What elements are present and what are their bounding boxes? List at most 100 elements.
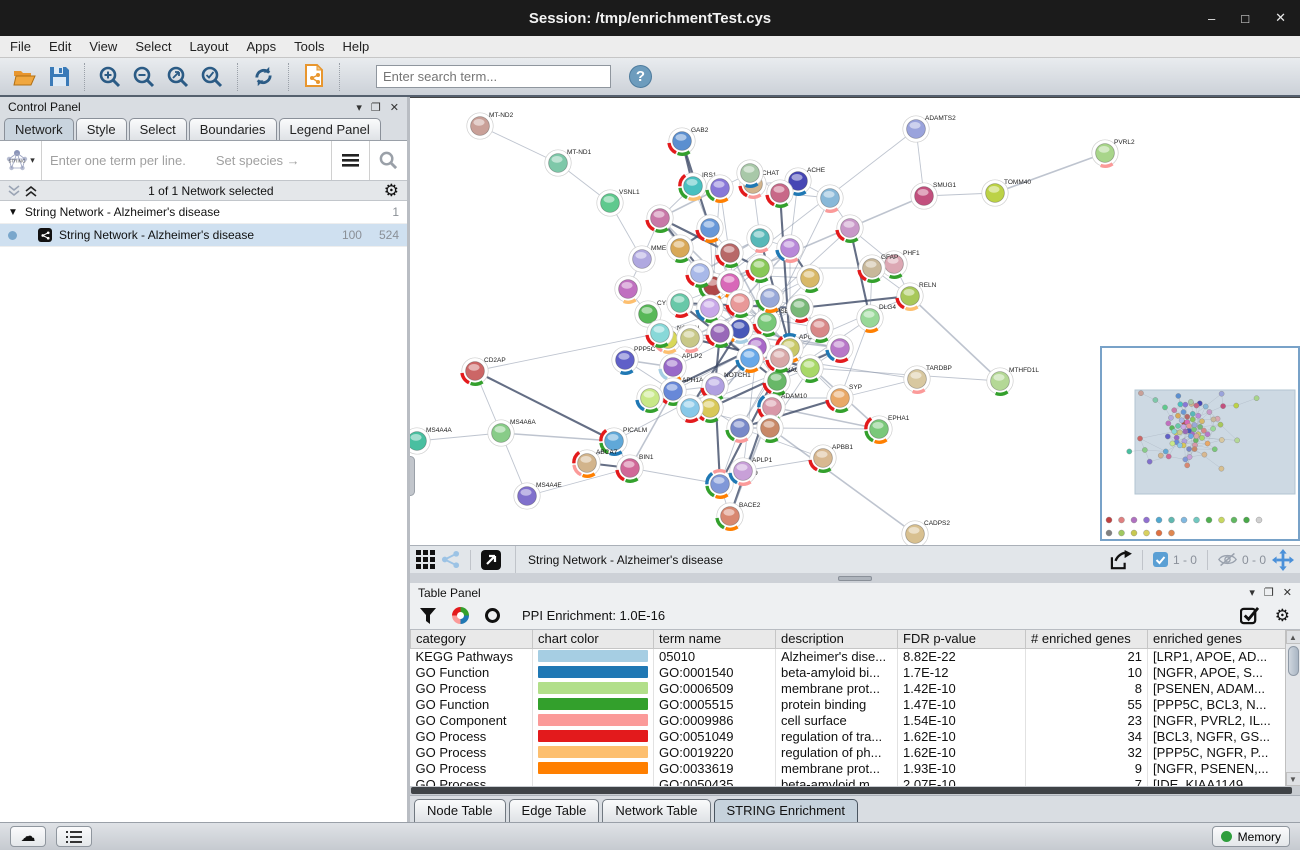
protein-node[interactable]: VSNL1 [597,189,640,216]
table-panel-float-icon[interactable]: ❐ [1264,586,1274,599]
menu-file[interactable]: File [10,39,31,54]
zoom-out-button[interactable] [127,62,161,92]
table-row[interactable]: GO Function GO:0001540beta-amyloid bi...… [411,664,1286,680]
close-button[interactable]: ✕ [1275,10,1286,26]
table-row[interactable]: GO Function GO:0005515protein binding1.4… [411,696,1286,712]
table-row[interactable]: GO Process GO:0050435beta-amyloid m...2.… [411,776,1286,786]
network-collection-row[interactable]: ▼ String Network - Alzheimer's disease 1 [0,201,407,224]
save-session-button[interactable] [42,62,76,92]
grid-view-icon[interactable] [416,550,435,569]
protein-node[interactable] [772,230,809,267]
share-view-icon[interactable] [441,550,460,569]
protein-node[interactable]: EPHA1 [861,411,910,448]
zoom-fit-button[interactable] [161,62,195,92]
network-from-file-button[interactable] [297,62,331,92]
protein-node[interactable] [662,285,699,322]
set-species-label[interactable]: Set species → [216,153,300,168]
maximize-button[interactable]: □ [1241,11,1249,26]
tab-boundaries[interactable]: Boundaries [189,118,277,140]
protein-node[interactable]: ABCA7 [569,445,618,482]
panel-close-icon[interactable]: ✕ [390,101,399,114]
protein-node[interactable] [722,410,759,447]
protein-node[interactable] [692,210,729,247]
export-network-icon[interactable] [1110,550,1132,570]
panel-collapse-icon[interactable]: ▾ [356,101,362,114]
protein-node[interactable]: MS4A4A [410,427,452,454]
protein-node[interactable]: MS4A4E [514,482,563,509]
network-options-gear-icon[interactable]: ⚙ [384,182,399,199]
filter-icon[interactable] [420,608,436,624]
table-horizontal-scrollbar[interactable] [410,786,1300,795]
tab-node-table[interactable]: Node Table [414,799,506,822]
string-options-button[interactable] [331,141,369,180]
tab-style[interactable]: Style [76,118,127,140]
ring-chart-icon[interactable] [485,608,500,623]
protein-node[interactable]: BACE2 [712,498,761,535]
column-header[interactable]: # enriched genes [1026,630,1148,648]
table-vertical-scrollbar[interactable]: ▲ ▼ [1285,630,1300,786]
tree-expand-icon[interactable]: ▼ [8,207,18,218]
expand-all-icon[interactable] [25,185,38,197]
select-rows-icon[interactable] [1240,606,1259,625]
network-canvas[interactable]: MT-ND2MT-ND1VSNL1GAB2IRS1CHATACHEADAMTS2… [410,97,1300,545]
help-button[interactable]: ? [629,65,652,88]
menu-tools[interactable]: Tools [294,39,324,54]
protein-node[interactable]: MT-ND1 [545,149,592,176]
column-header[interactable]: FDR p-value [898,630,1026,648]
zoom-selected-button[interactable] [195,62,229,92]
collapse-all-icon[interactable] [8,185,21,197]
column-header[interactable]: description [776,630,898,648]
column-header[interactable]: enriched genes [1148,630,1286,648]
protein-node[interactable]: ADAMTS2 [903,115,956,142]
menu-help[interactable]: Help [343,39,370,54]
automation-cloud-button[interactable]: ☁ [10,826,46,847]
table-row[interactable]: KEGG Pathways 05010Alzheimer's dise...8.… [411,648,1286,664]
protein-node[interactable]: PPP5C [607,342,656,379]
table-panel-close-icon[interactable]: ✕ [1283,586,1292,599]
string-query-input[interactable]: Enter one term per line. Set species → [42,153,331,168]
protein-node[interactable] [742,250,779,287]
protein-node[interactable]: PVRL2 [1087,135,1135,172]
memory-button[interactable]: Memory [1212,826,1290,847]
menu-select[interactable]: Select [135,39,171,54]
string-protein-query-selector[interactable]: STRING ▾ [0,141,42,180]
table-row[interactable]: GO Process GO:0033619membrane prot...1.9… [411,760,1286,776]
menu-edit[interactable]: Edit [49,39,71,54]
task-history-button[interactable] [56,826,92,847]
search-input[interactable] [376,65,611,88]
protein-node[interactable] [610,271,647,308]
canvas-left-grip[interactable] [410,456,415,496]
birdseye-view[interactable] [1100,346,1300,541]
enrichment-chart-icon[interactable] [452,607,469,624]
table-row[interactable]: GO Process GO:0006509membrane prot...1.4… [411,680,1286,696]
string-search-button[interactable] [369,141,407,180]
protein-node[interactable]: TARDBP [899,361,952,398]
table-row[interactable]: GO Component GO:0009986cell surface1.54E… [411,712,1286,728]
column-header[interactable]: term name [654,630,776,648]
pan-tool-icon[interactable] [1272,549,1294,571]
protein-node[interactable]: GAB2 [664,123,709,160]
panel-splitter[interactable] [410,573,1300,583]
table-row[interactable]: GO Process GO:0019220regulation of ph...… [411,744,1286,760]
protein-node[interactable] [832,210,869,247]
panel-float-icon[interactable]: ❐ [371,101,381,114]
protein-node[interactable]: APBB1 [805,440,854,477]
column-header[interactable]: chart color [533,630,654,648]
protein-node[interactable]: SMUG1 [911,182,957,209]
protein-node[interactable]: DLG4 [852,300,897,337]
column-header[interactable]: category [411,630,533,648]
protein-node[interactable]: CADPS2 [902,520,951,545]
table-row[interactable]: GO Process GO:0051049regulation of tra..… [411,728,1286,744]
protein-node[interactable]: TOMM40 [982,179,1032,206]
protein-node[interactable]: MS4A6A [488,419,537,446]
zoom-in-button[interactable] [93,62,127,92]
scrollbar-thumb[interactable] [1288,646,1299,676]
tab-string-enrichment[interactable]: STRING Enrichment [714,799,858,822]
refresh-button[interactable] [246,62,280,92]
protein-node[interactable]: MTHFD1L [982,363,1040,400]
table-panel-collapse-icon[interactable]: ▾ [1249,586,1255,599]
menu-layout[interactable]: Layout [189,39,228,54]
detach-view-icon[interactable] [481,550,501,570]
network-row-selected[interactable]: String Network - Alzheimer's disease 100… [0,224,407,247]
scroll-down-icon[interactable]: ▼ [1286,772,1300,786]
